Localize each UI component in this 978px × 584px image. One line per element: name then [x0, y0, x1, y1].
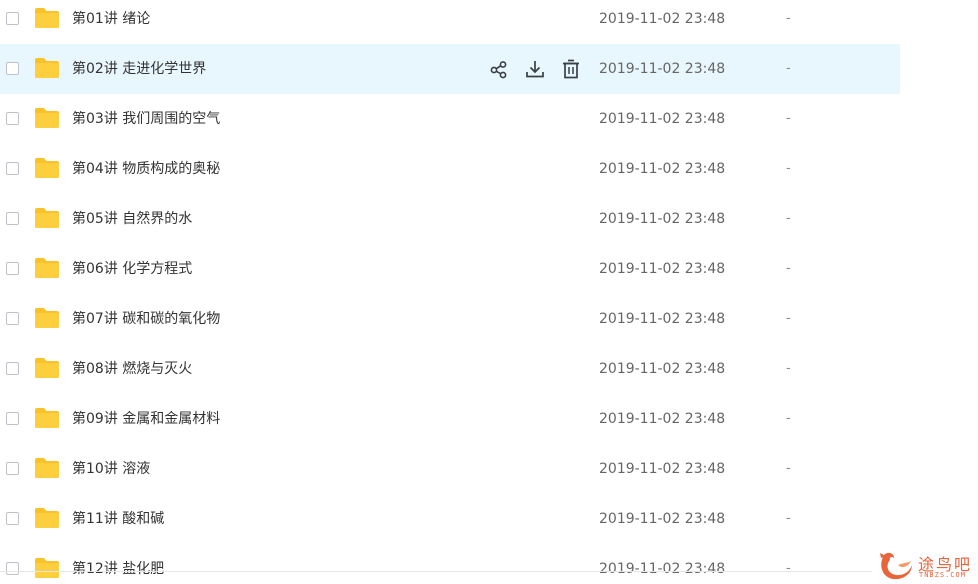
file-size: - — [786, 561, 791, 576]
folder-icon — [35, 308, 59, 328]
file-size: - — [786, 111, 791, 126]
file-name[interactable]: 第01讲 绪论 — [72, 0, 150, 44]
file-name[interactable]: 第10讲 溶液 — [72, 444, 150, 494]
row-checkbox[interactable] — [6, 562, 19, 575]
file-size: - — [786, 311, 791, 326]
file-row[interactable]: 第02讲 走进化学世界 2019-11-02 23:48 - — [0, 44, 900, 94]
file-name[interactable]: 第07讲 碳和碳的氧化物 — [72, 294, 220, 344]
file-size: - — [786, 211, 791, 226]
row-checkbox[interactable] — [6, 262, 19, 275]
file-name[interactable]: 第02讲 走进化学世界 — [72, 44, 206, 94]
file-size: - — [786, 461, 791, 476]
file-list: 第01讲 绪论 2019-11-02 23:48 - 第02讲 走进化学世界 2019-… — [0, 0, 900, 584]
divider — [0, 571, 872, 572]
row-checkbox[interactable] — [6, 212, 19, 225]
file-name[interactable]: 第11讲 酸和碱 — [72, 494, 164, 544]
watermark: 途鸟吧 TNBZS.COM — [874, 546, 978, 584]
file-row[interactable]: 第04讲 物质构成的奥秘 2019-11-02 23:48 - — [0, 144, 900, 194]
folder-icon — [35, 58, 59, 78]
row-checkbox[interactable] — [6, 62, 19, 75]
folder-icon — [35, 358, 59, 378]
delete-icon[interactable] — [560, 58, 582, 80]
row-checkbox[interactable] — [6, 412, 19, 425]
row-checkbox[interactable] — [6, 12, 19, 25]
file-row[interactable]: 第08讲 燃烧与灭火 2019-11-02 23:48 - — [0, 344, 900, 394]
file-row[interactable]: 第06讲 化学方程式 2019-11-02 23:48 - — [0, 244, 900, 294]
file-row[interactable]: 第07讲 碳和碳的氧化物 2019-11-02 23:48 - — [0, 294, 900, 344]
file-row[interactable]: 第10讲 溶液 2019-11-02 23:48 - — [0, 444, 900, 494]
modified-date: 2019-11-02 23:48 — [599, 11, 726, 27]
file-row[interactable]: 第09讲 金属和金属材料 2019-11-02 23:48 - — [0, 394, 900, 444]
watermark-subtext: TNBZS.COM — [919, 571, 966, 579]
file-size: - — [786, 361, 791, 376]
folder-icon — [35, 258, 59, 278]
file-row[interactable]: 第11讲 酸和碱 2019-11-02 23:48 - — [0, 494, 900, 544]
modified-date: 2019-11-02 23:48 — [599, 261, 726, 277]
file-name[interactable]: 第09讲 金属和金属材料 — [72, 394, 220, 444]
file-name[interactable]: 第05讲 自然界的水 — [72, 194, 192, 244]
row-checkbox[interactable] — [6, 312, 19, 325]
download-icon[interactable] — [524, 58, 546, 80]
row-checkbox[interactable] — [6, 462, 19, 475]
file-row[interactable]: 第03讲 我们周围的空气 2019-11-02 23:48 - — [0, 94, 900, 144]
file-size: - — [786, 511, 791, 526]
modified-date: 2019-11-02 23:48 — [599, 511, 726, 527]
folder-icon — [35, 558, 59, 578]
file-name[interactable]: 第08讲 燃烧与灭火 — [72, 344, 192, 394]
file-name[interactable]: 第03讲 我们周围的空气 — [72, 94, 220, 144]
modified-date: 2019-11-02 23:48 — [599, 211, 726, 227]
folder-icon — [35, 458, 59, 478]
folder-icon — [35, 8, 59, 28]
folder-icon — [35, 208, 59, 228]
bird-logo-icon — [880, 552, 912, 580]
file-name[interactable]: 第04讲 物质构成的奥秘 — [72, 144, 220, 194]
folder-icon — [35, 508, 59, 528]
modified-date: 2019-11-02 23:48 — [599, 361, 726, 377]
folder-icon — [35, 158, 59, 178]
file-size: - — [786, 411, 791, 426]
file-name[interactable]: 第06讲 化学方程式 — [72, 244, 192, 294]
file-size: - — [786, 161, 791, 176]
file-name[interactable]: 第12讲 盐化肥 — [72, 544, 164, 584]
file-row[interactable]: 第05讲 自然界的水 2019-11-02 23:48 - — [0, 194, 900, 244]
row-checkbox[interactable] — [6, 362, 19, 375]
row-checkbox[interactable] — [6, 162, 19, 175]
modified-date: 2019-11-02 23:48 — [599, 461, 726, 477]
modified-date: 2019-11-02 23:48 — [599, 111, 726, 127]
folder-icon — [35, 408, 59, 428]
file-browser: 第01讲 绪论 2019-11-02 23:48 - 第02讲 走进化学世界 2019-… — [0, 0, 978, 584]
modified-date: 2019-11-02 23:48 — [599, 161, 726, 177]
file-size: - — [786, 11, 791, 26]
modified-date: 2019-11-02 23:48 — [599, 411, 726, 427]
file-row[interactable]: 第01讲 绪论 2019-11-02 23:48 - — [0, 0, 900, 44]
share-icon[interactable] — [488, 58, 510, 80]
modified-date: 2019-11-02 23:48 — [599, 561, 726, 577]
folder-icon — [35, 108, 59, 128]
row-actions — [488, 58, 582, 80]
modified-date: 2019-11-02 23:48 — [599, 61, 726, 77]
row-checkbox[interactable] — [6, 112, 19, 125]
row-checkbox[interactable] — [6, 512, 19, 525]
file-size: - — [786, 61, 791, 76]
modified-date: 2019-11-02 23:48 — [599, 311, 726, 327]
file-size: - — [786, 261, 791, 276]
file-row[interactable]: 第12讲 盐化肥 2019-11-02 23:48 - — [0, 544, 900, 584]
